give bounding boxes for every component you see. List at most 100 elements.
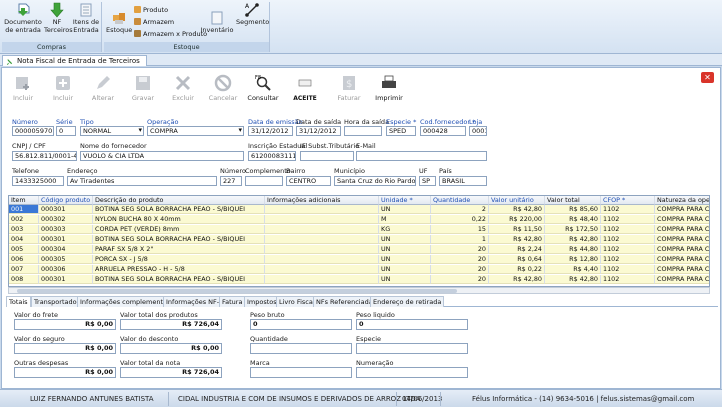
ie-field[interactable]: 612000831112 <box>248 151 296 161</box>
table-row[interactable]: 002 000302 NYLON BUCHA 80 X 40mm M 0,22 R$ 22… <box>9 215 709 224</box>
pesobruto-field[interactable]: 0 <box>250 319 352 330</box>
col-valor-unitario[interactable]: Valor unitário <box>489 196 545 205</box>
faturar-button[interactable]: $ Faturar <box>332 74 366 102</box>
consultar-button[interactable]: F8 Consultar <box>246 74 280 102</box>
serie-field[interactable]: 0 <box>56 126 76 136</box>
totalnota-field[interactable]: R$ 726,04 <box>120 367 222 378</box>
cell-valor-unitario[interactable]: R$ 42,80 <box>489 235 545 244</box>
endereco-field[interactable]: Av Tiradentes <box>67 176 217 186</box>
cell-valor-unitario[interactable]: R$ 2,24 <box>489 245 545 254</box>
produtos-field[interactable]: R$ 726,04 <box>120 319 222 330</box>
frete-field[interactable]: R$ 0,00 <box>14 319 116 330</box>
loja-field[interactable]: 0001 <box>469 126 487 136</box>
pais-field[interactable]: BRASIL <box>439 176 487 186</box>
cell-natureza[interactable]: COMPRA PARA C <box>655 225 709 234</box>
tipo-select[interactable]: NORMAL <box>80 126 144 136</box>
cell-valor-unitario[interactable]: R$ 42,80 <box>489 275 545 284</box>
marca-field[interactable] <box>250 367 352 378</box>
numero-field[interactable]: 000005970 <box>12 126 54 136</box>
numeracao-field[interactable] <box>356 367 468 378</box>
incluir-item-button[interactable]: Incluir <box>46 74 80 102</box>
operacao-select[interactable]: COMPRA <box>147 126 244 136</box>
close-button[interactable]: ✕ <box>701 72 714 83</box>
telefone-field[interactable]: 1433325000 <box>12 176 64 186</box>
tab-livro-fiscal[interactable]: Livro Fiscal <box>276 296 318 307</box>
table-row[interactable]: 006 000305 PORCA SX - J 5/8 UN 20 R$ 0,64 R$ 1… <box>9 255 709 264</box>
cell-unidade[interactable]: UN <box>379 245 431 254</box>
tab-info-nfe[interactable]: Informações NF-e <box>163 296 227 307</box>
cell-unidade[interactable]: UN <box>379 235 431 244</box>
cell-descricao[interactable]: CORDA PET (VERDE) 8mm <box>93 225 265 234</box>
cell-descricao[interactable]: ARRUELA PRESSAO - H - 5/8 <box>93 265 265 274</box>
col-codigo[interactable]: Código produto * <box>39 196 93 205</box>
cell-info[interactable] <box>265 225 379 234</box>
cell-item[interactable]: 005 <box>9 245 39 254</box>
cell-quantidade[interactable]: 20 <box>431 275 489 284</box>
cell-codigo[interactable]: 000301 <box>39 275 93 284</box>
cell-unidade[interactable]: KG <box>379 225 431 234</box>
municipio-field[interactable]: Santa Cruz do Rio Pardo <box>334 176 416 186</box>
cell-info[interactable] <box>265 275 379 284</box>
cell-descricao[interactable]: NYLON BUCHA 80 X 40mm <box>93 215 265 224</box>
cell-cfop[interactable]: 1102 <box>601 245 655 254</box>
cell-cfop[interactable]: 1102 <box>601 275 655 284</box>
bairro-field[interactable]: CENTRO <box>286 176 331 186</box>
email-field[interactable] <box>356 151 487 161</box>
table-row[interactable]: 008 000301 BOTINA SEG SOLA BORRACHA PEAO -… <box>9 275 709 284</box>
cell-quantidade[interactable]: 20 <box>431 265 489 274</box>
quantidade-field[interactable] <box>250 343 352 354</box>
cell-natureza[interactable]: COMPRA PARA C <box>655 265 709 274</box>
cell-info[interactable] <box>265 255 379 264</box>
nomeforn-field[interactable]: VUOLO & CIA LTDA <box>80 151 244 161</box>
cell-natureza[interactable]: COMPRA PARA C <box>655 215 709 224</box>
produto-button[interactable]: Produto <box>134 5 168 15</box>
cell-item[interactable]: 006 <box>9 255 39 264</box>
emissao-field[interactable]: 31/12/2012 <box>248 126 293 136</box>
tab-transportador[interactable]: Transportador <box>31 296 83 307</box>
cancelar-button[interactable]: Cancelar <box>206 74 240 102</box>
estoque-button[interactable]: Estoque <box>106 10 132 35</box>
desconto-field[interactable]: R$ 0,00 <box>120 343 222 354</box>
imprimir-button[interactable]: Imprimir <box>372 74 406 102</box>
armazem-produto-button[interactable]: Armazem x Produto <box>134 29 207 39</box>
excluir-button[interactable]: Excluir <box>166 74 200 102</box>
table-row[interactable]: 001 000301 BOTINA SEG SOLA BORRACHA PEAO -… <box>9 205 709 214</box>
nf-terceiros-button[interactable]: NF Terceiros <box>44 2 73 34</box>
armazem-button[interactable]: Armazem <box>134 17 174 27</box>
cell-item[interactable]: 008 <box>9 275 39 284</box>
cell-codigo[interactable]: 000301 <box>39 205 93 214</box>
gravar-button[interactable]: Gravar <box>126 74 160 102</box>
cell-cfop[interactable]: 1102 <box>601 215 655 224</box>
cell-natureza[interactable]: COMPRA PARA C <box>655 205 709 214</box>
cell-natureza[interactable]: COMPRA PARA C <box>655 245 709 254</box>
cell-quantidade[interactable]: 20 <box>431 255 489 264</box>
cell-cfop[interactable]: 1102 <box>601 225 655 234</box>
saida-field[interactable]: 31/12/2012 <box>296 126 341 136</box>
cell-cfop[interactable]: 1102 <box>601 235 655 244</box>
cell-descricao[interactable]: BOTINA SEG SOLA BORRACHA PEAO - S/BIQUEI <box>93 275 265 284</box>
table-row[interactable]: 004 000301 BOTINA SEG SOLA BORRACHA PEAO -… <box>9 235 709 244</box>
cell-valor-total[interactable]: R$ 44,80 <box>545 245 601 254</box>
cell-valor-total[interactable]: R$ 172,50 <box>545 225 601 234</box>
cell-cfop[interactable]: 1102 <box>601 255 655 264</box>
cell-codigo[interactable]: 000303 <box>39 225 93 234</box>
especie-total-field[interactable] <box>356 343 468 354</box>
cell-item[interactable]: 007 <box>9 265 39 274</box>
col-unidade[interactable]: Unidade * <box>379 196 431 205</box>
aceite-button[interactable]: ACEITE <box>288 74 322 102</box>
cell-natureza[interactable]: COMPRA PARA C <box>655 255 709 264</box>
col-valor-total[interactable]: Valor total <box>545 196 601 205</box>
cell-natureza[interactable]: COMPRA PARA C <box>655 275 709 284</box>
cell-valor-unitario[interactable]: R$ 0,64 <box>489 255 545 264</box>
cell-natureza[interactable]: COMPRA PARA C <box>655 235 709 244</box>
cell-valor-unitario[interactable]: R$ 42,80 <box>489 205 545 214</box>
cell-descricao[interactable]: BOTINA SEG SOLA BORRACHA PEAO - S/BIQUEI <box>93 205 265 214</box>
pesoliq-field[interactable]: 0 <box>356 319 468 330</box>
cell-item[interactable]: 002 <box>9 215 39 224</box>
cell-item[interactable]: 003 <box>9 225 39 234</box>
cell-item[interactable]: 004 <box>9 235 39 244</box>
cell-quantidade[interactable]: 20 <box>431 245 489 254</box>
cell-descricao[interactable]: PARAF SX 5/8 X 2" <box>93 245 265 254</box>
tab-totais[interactable]: Totais <box>6 296 31 307</box>
cell-valor-total[interactable]: R$ 4,40 <box>545 265 601 274</box>
